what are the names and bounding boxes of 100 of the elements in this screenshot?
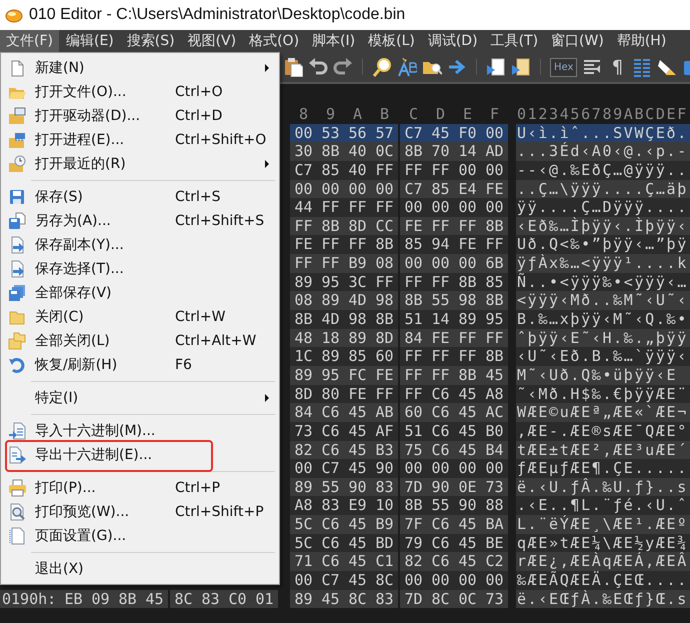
menu-bar-item[interactable]: 格式(O) [243, 30, 306, 52]
search-icon[interactable] [372, 57, 392, 77]
menu-bar-item[interactable]: 视图(V) [182, 30, 242, 52]
hex-byte: C6 [317, 534, 344, 552]
ascii-text: .‹E..¶L.¨ƒé.‹U.ˆ [516, 496, 690, 516]
menu-item[interactable]: 保存(S) [35, 188, 175, 206]
arrow-right-icon[interactable] [447, 57, 467, 77]
hex-byte: 45 [481, 366, 508, 385]
hex-byte: 84 [400, 328, 427, 348]
menu-item[interactable]: 恢复/刷新(H) [35, 356, 175, 374]
document-magnifier-icon [8, 503, 26, 521]
hex-byte: 94 [427, 235, 454, 254]
hex-byte: 8B [114, 590, 141, 608]
hex-byte: 4D [317, 310, 344, 329]
hex-byte: 00 [290, 124, 317, 142]
hex-byte: 00 [454, 459, 481, 478]
menu-bar-item[interactable]: 模板(L) [362, 30, 421, 52]
menu-item[interactable]: 退出(X) [35, 560, 175, 578]
hex-byte: 8D [344, 216, 371, 236]
hex-byte: FE [400, 216, 427, 236]
hex-byte: 00 [427, 254, 454, 273]
menu-item[interactable]: 导入十六进制(M)... [35, 422, 175, 440]
scroll-arrow-icon[interactable] [511, 57, 531, 77]
menu-item[interactable]: 保存副本(Y)... [35, 236, 175, 254]
hex-byte: FF [371, 160, 398, 180]
shortcut-label: Ctrl+Shift+S [175, 213, 266, 229]
menu-bar-item[interactable]: 窗口(W) [545, 30, 610, 52]
menu-item[interactable]: 打开文件(O)... [35, 83, 175, 101]
menu-bar-item[interactable]: 编辑(E) [60, 30, 120, 52]
shortcut-label: Ctrl+Alt+W [175, 333, 258, 349]
shortcut-label: Ctrl+O [175, 84, 224, 100]
hex-byte: 85 [344, 347, 371, 366]
columns-icon[interactable] [632, 57, 652, 77]
hex-byte: B9 [371, 515, 398, 534]
menu-item[interactable]: 打印(P)... [35, 479, 175, 497]
menu-item[interactable]: 另存为(A)... [35, 212, 175, 230]
hex-byte: FF [427, 347, 454, 366]
hex-byte: 7D [400, 478, 427, 496]
hex-byte: 00 [317, 180, 344, 198]
hex-byte: FF [427, 160, 454, 180]
redo-icon[interactable] [333, 57, 353, 77]
highlighter-icon[interactable] [657, 57, 678, 77]
hex-byte: 0C [371, 142, 398, 161]
hex-byte: 89 [290, 272, 317, 292]
hex-byte: C6 [427, 422, 454, 441]
hex-byte: FF [371, 272, 398, 292]
menu-item[interactable]: 页面设置(G)... [35, 527, 175, 545]
menu-item[interactable]: 全部关闭(L) [35, 332, 175, 350]
menu-item[interactable]: 特定(I) [35, 389, 175, 407]
hex-byte: C6 [427, 534, 454, 552]
menu-item[interactable]: 关闭(C) [35, 308, 175, 326]
hex-byte: B3 [371, 440, 398, 460]
hex-byte: 90 [427, 478, 454, 496]
menu-item[interactable]: 导出十六进制(E)... [35, 446, 175, 464]
hex-byte: C6 [427, 384, 454, 404]
ascii-text: qÆE»tÆE¼\ÆE½yÆE¾ [516, 534, 690, 552]
menu-bar-item[interactable]: 帮助(H) [610, 30, 672, 52]
menu-item[interactable]: 保存选择(T)... [35, 260, 175, 278]
shortcut-label: F6 [175, 357, 193, 373]
menu-bar-item[interactable]: 文件(F) [0, 30, 59, 52]
hex-byte: 8C [371, 571, 398, 590]
refresh-icon [8, 356, 26, 374]
menu-item[interactable]: 全部保存(V) [35, 284, 175, 302]
hex-byte: EB [60, 590, 87, 608]
menu-item[interactable]: 打印预览(W)... [35, 503, 175, 521]
paste-icon[interactable] [283, 57, 303, 77]
hex-byte: 44 [290, 198, 317, 217]
pilcrow-button[interactable]: ¶ [607, 56, 628, 78]
menu-bar-item[interactable]: 脚本(I) [306, 30, 362, 52]
hex-byte: 18 [317, 328, 344, 348]
menu-bar-item[interactable]: 调试(D) [422, 30, 484, 52]
wrap-icon[interactable] [582, 57, 602, 77]
ascii-text: ˆþÿÿ‹E˜‹H.‰.„þÿÿ [516, 328, 690, 348]
hex-byte: 00 [481, 124, 508, 142]
app-logo-icon [5, 7, 23, 23]
hex-byte: 14 [454, 142, 481, 161]
undo-icon[interactable] [308, 57, 328, 77]
replace-icon[interactable] [397, 57, 417, 77]
hex-byte: C6 [427, 515, 454, 534]
menu-item[interactable]: 打开驱动器(D)... [35, 107, 175, 125]
hex-byte: C6 [317, 403, 344, 422]
hex-byte: FE [454, 235, 481, 254]
hex-byte: FF [400, 366, 427, 385]
hex-byte: 45 [141, 590, 168, 608]
hex-byte: FF [427, 216, 454, 236]
hex-byte: 7D [400, 590, 427, 608]
hex-mode-button[interactable]: Hex [550, 58, 578, 76]
hex-byte: 8B [317, 142, 344, 161]
scroll-arrow-icon[interactable] [486, 57, 506, 77]
hex-byte: 55 [317, 478, 344, 496]
address-cell: 0190h: [0, 590, 60, 608]
menu-bar-item[interactable]: 搜索(S) [120, 30, 181, 52]
ascii-text: ..Ç…\ÿÿÿ....Ç…äþ [516, 180, 690, 198]
hex-byte: 8B [400, 142, 427, 161]
hex-byte: FF [317, 254, 344, 273]
menu-bar-item[interactable]: 工具(T) [484, 30, 544, 52]
menu-item[interactable]: 打开最近的(R) [35, 155, 175, 173]
menu-item[interactable]: 打开进程(E)... [35, 131, 175, 149]
menu-item[interactable]: 新建(N) [35, 59, 175, 77]
hex-byte: 45 [317, 590, 344, 608]
